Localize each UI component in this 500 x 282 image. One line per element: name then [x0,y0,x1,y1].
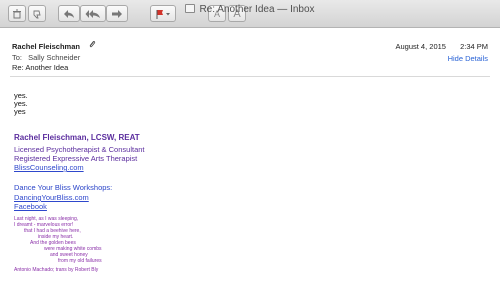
reply-button[interactable] [58,5,80,22]
body-line: yes [14,107,26,116]
signature-name: Rachel Fleischman, LCSW, REAT [14,133,140,142]
bliss-counseling-link[interactable]: BlissCounseling.com [14,163,84,172]
trash-icon [13,9,21,18]
paperclip-icon[interactable] [88,40,96,51]
signature-title-2: Registered Expressive Arts Therapist [14,154,138,163]
toolbar: A A Re: Another Idea — Inbox [0,0,500,28]
date: August 4, 2015 [395,42,446,51]
dancing-your-bliss-link[interactable]: DancingYourBliss.com [14,193,89,202]
reply-icon [64,9,74,18]
signature-title-1: Licensed Psychotherapist & Consultant [14,145,145,154]
to-row: To: Sally Schneider [12,53,80,62]
reply-all-button[interactable] [80,5,106,22]
to-label: To: [12,53,23,62]
sender-name: Rachel Fleischman [12,42,80,51]
forward-button[interactable] [106,5,128,22]
reply-all-icon [85,9,100,18]
flag-icon [156,9,170,19]
header-divider [10,76,490,77]
text-smaller-label: A [213,8,220,19]
date-row: August 4, 2015 2:34 PM [396,42,489,51]
forward-icon [112,9,122,18]
subject: Re: Another Idea [12,63,69,72]
document-icon [185,4,196,13]
poem-line: from my old failures [58,258,102,264]
thumbs-down-icon [33,10,41,18]
delete-button[interactable] [8,5,26,22]
flag-button[interactable] [150,5,176,22]
text-smaller-button[interactable]: A [208,5,226,22]
poem-credit: Antonio Machado; trans by Robert Bly [14,267,99,273]
text-bigger-label: A [233,7,241,20]
hide-details-link[interactable]: Hide Details [448,54,488,63]
time: 2:34 PM [460,42,488,51]
workshops-label: Dance Your Bliss Workshops: [14,183,113,192]
facebook-link[interactable]: Facebook [14,202,47,211]
junk-button[interactable] [28,5,46,22]
text-bigger-button[interactable]: A [228,5,246,22]
to-recipient[interactable]: Sally Schneider [28,53,80,62]
